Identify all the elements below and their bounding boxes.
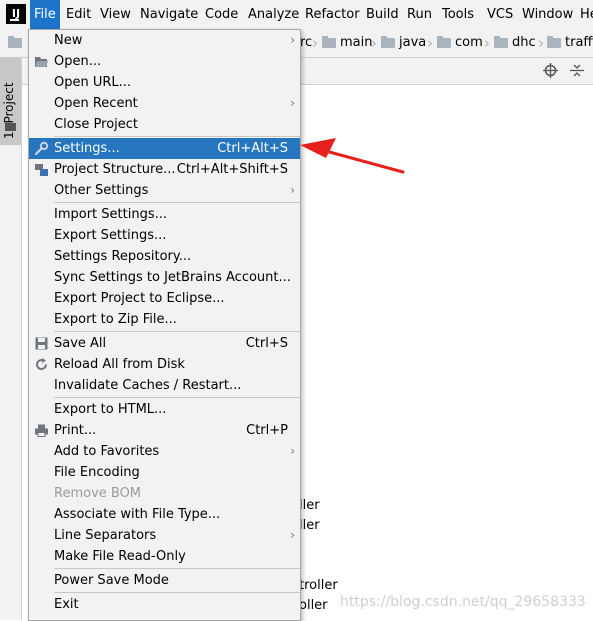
menu-item-export-eclipse[interactable]: Export Project to Eclipse... — [29, 288, 300, 309]
menu-item-make-read-only[interactable]: Make File Read-Only — [29, 546, 300, 567]
project-tool-tab[interactable]: 1: Project — [0, 57, 21, 145]
menu-divider — [54, 397, 300, 398]
project-structure-icon — [35, 164, 48, 176]
menu-item-project-structure[interactable]: Project Structure... Ctrl+Alt+Shift+S — [29, 159, 300, 180]
breadcrumb-separator-icon: › — [427, 34, 433, 52]
menu-bar: IJ File Edit View Navigate Code Analyze … — [0, 0, 593, 29]
menu-item-new[interactable]: New › — [29, 30, 300, 51]
menu-help[interactable]: He — [580, 0, 593, 29]
menu-item-open-url[interactable]: Open URL... — [29, 72, 300, 93]
menu-analyze[interactable]: Analyze — [248, 0, 299, 29]
wrench-icon — [34, 141, 49, 156]
menu-item-reload[interactable]: Reload All from Disk — [29, 354, 300, 375]
open-folder-icon — [35, 57, 48, 67]
watermark-text: https://blog.csdn.net/qq_29658333 — [340, 594, 586, 610]
file-menu-dropdown: New › Open... Open URL... Open Recent › … — [28, 29, 301, 621]
folder-icon — [381, 36, 395, 48]
folder-icon — [494, 36, 508, 48]
save-disk-icon — [35, 337, 48, 350]
menu-code[interactable]: Code — [205, 0, 238, 29]
printer-icon — [35, 424, 48, 437]
menu-vcs[interactable]: VCS — [487, 0, 513, 29]
menu-edit[interactable]: Edit — [66, 0, 91, 29]
menu-item-add-favorites[interactable]: Add to Favorites › — [29, 441, 300, 462]
menu-item-export-html[interactable]: Export to HTML... — [29, 399, 300, 420]
menu-item-exit[interactable]: Exit — [29, 594, 300, 615]
breadcrumb-dhc[interactable]: dhc — [512, 35, 536, 50]
menu-navigate[interactable]: Navigate — [140, 0, 198, 29]
breadcrumb-src[interactable]: rc — [300, 35, 312, 50]
menu-item-settings-repository[interactable]: Settings Repository... — [29, 246, 300, 267]
menu-item-file-encoding[interactable]: File Encoding — [29, 462, 300, 483]
breadcrumb-separator-icon: › — [312, 34, 318, 52]
menu-file[interactable]: File — [30, 0, 60, 29]
menu-item-export-zip[interactable]: Export to Zip File... — [29, 309, 300, 330]
tree-item-fragment: troller — [299, 578, 338, 593]
menu-refactor[interactable]: Refactor — [305, 0, 360, 29]
menu-build[interactable]: Build — [366, 0, 399, 29]
menu-item-other-settings[interactable]: Other Settings › — [29, 180, 300, 201]
tree-item-fragment: oller — [299, 598, 328, 613]
menu-divider — [54, 136, 300, 137]
menu-item-print[interactable]: Print... Ctrl+P — [29, 420, 300, 441]
intellij-logo-icon: IJ — [6, 4, 26, 24]
menu-item-remove-bom: Remove BOM — [54, 486, 142, 501]
folder-icon — [437, 36, 451, 48]
menu-tools[interactable]: Tools — [442, 0, 474, 29]
submenu-arrow-icon: › — [290, 528, 295, 542]
breadcrumb-java[interactable]: java — [399, 35, 426, 50]
menu-item-line-separators[interactable]: Line Separators › — [29, 525, 300, 546]
collapse-all-icon[interactable] — [570, 63, 584, 78]
menu-item-invalidate-caches[interactable]: Invalidate Caches / Restart... — [29, 375, 300, 396]
submenu-arrow-icon: › — [290, 444, 295, 458]
breadcrumb-separator-icon: › — [371, 34, 377, 52]
menu-divider — [54, 592, 300, 593]
menu-run[interactable]: Run — [407, 0, 432, 29]
folder-icon — [322, 36, 336, 48]
submenu-arrow-icon: › — [290, 33, 295, 47]
menu-item-settings[interactable]: Settings... Ctrl+Alt+S — [29, 138, 300, 159]
menu-item-associate-file-type[interactable]: Associate with File Type... — [29, 504, 300, 525]
menu-window[interactable]: Window — [522, 0, 573, 29]
menu-item-save-all[interactable]: Save All Ctrl+S — [29, 333, 300, 354]
breadcrumb-com[interactable]: com — [455, 35, 483, 50]
menu-item-open-recent[interactable]: Open Recent › — [29, 93, 300, 114]
menu-item-power-save-mode[interactable]: Power Save Mode — [29, 570, 300, 591]
menu-item-import-settings[interactable]: Import Settings... — [29, 204, 300, 225]
breadcrumb-traffic[interactable]: traffi — [565, 35, 593, 50]
tree-item-fragment: ller — [299, 518, 320, 533]
reload-icon — [36, 358, 48, 371]
menu-item-export-settings[interactable]: Export Settings... — [29, 225, 300, 246]
menu-divider — [54, 331, 300, 332]
breadcrumb-separator-icon: › — [484, 34, 490, 52]
locate-target-icon[interactable] — [543, 63, 558, 78]
menu-item-close-project[interactable]: Close Project — [29, 114, 300, 135]
menu-item-sync-settings[interactable]: Sync Settings to JetBrains Account... — [29, 267, 300, 288]
left-tool-strip: 1: Project — [0, 57, 22, 620]
submenu-arrow-icon: › — [290, 96, 295, 110]
breadcrumb-separator-icon: › — [538, 34, 544, 52]
folder-icon — [5, 123, 16, 131]
tree-item-fragment: ller — [299, 498, 320, 513]
project-folder-icon — [8, 36, 22, 48]
menu-item-open[interactable]: Open... — [29, 51, 300, 72]
breadcrumb-main[interactable]: main — [340, 35, 372, 50]
submenu-arrow-icon: › — [290, 183, 295, 197]
folder-icon — [547, 36, 561, 48]
menu-view[interactable]: View — [100, 0, 131, 29]
menu-divider — [54, 202, 300, 203]
menu-divider — [54, 568, 300, 569]
